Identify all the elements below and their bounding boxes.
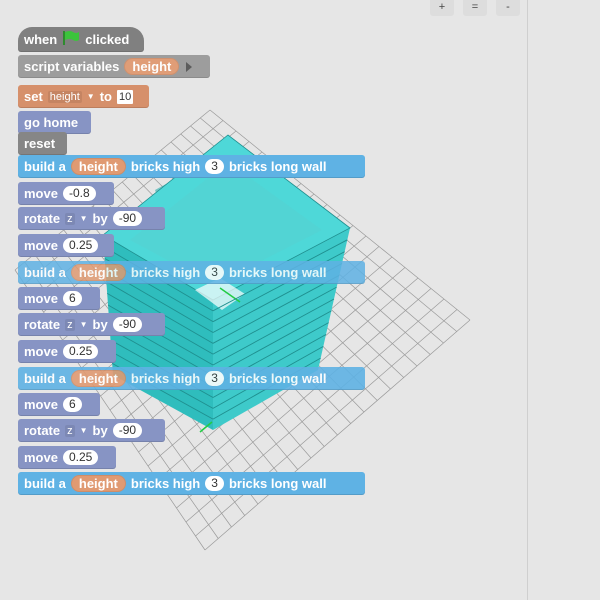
rotate-angle-input[interactable]: -90 (112, 211, 143, 226)
block-label: bricks long wall (228, 159, 327, 174)
chevron-down-icon[interactable]: ▼ (80, 320, 88, 329)
block-label: bricks high (130, 371, 201, 386)
block-label: rotate (24, 211, 61, 226)
block-label: move (24, 397, 58, 412)
block-label: to (99, 89, 112, 104)
move-block-2[interactable]: move 0.25 (18, 234, 114, 257)
set-value-input[interactable]: 10 (116, 89, 134, 104)
block-label: build a (24, 265, 66, 280)
block-label: bricks high (130, 265, 201, 280)
block-label: move (24, 186, 58, 201)
build-wall-block-1[interactable]: build a height bricks high 3 bricks long… (18, 155, 365, 178)
move-distance-input[interactable]: 6 (62, 397, 82, 412)
panel-divider (527, 0, 528, 600)
variable-dropdown[interactable]: height (47, 90, 82, 103)
block-label: clicked (85, 32, 130, 47)
move-distance-input[interactable]: 6 (62, 291, 82, 306)
zoom-reset-button[interactable]: = (463, 0, 487, 16)
block-label: go home (24, 115, 79, 130)
block-label: move (24, 238, 58, 253)
move-distance-input[interactable]: 0.25 (62, 344, 99, 359)
chevron-down-icon[interactable]: ▼ (87, 92, 95, 101)
variable-height[interactable]: height (70, 475, 126, 492)
zoom-out-button[interactable]: - (496, 0, 520, 16)
green-flag-icon (62, 30, 80, 49)
block-label: bricks long wall (228, 371, 327, 386)
bricks-count-input[interactable]: 3 (205, 265, 224, 280)
rotate-block-1[interactable]: rotate z ▼ by -90 (18, 207, 165, 230)
variable-height[interactable]: height (70, 158, 126, 175)
move-distance-input[interactable]: 0.25 (62, 450, 99, 465)
axis-dropdown[interactable]: z (65, 318, 75, 331)
variable-height[interactable]: height (70, 264, 126, 281)
bricks-count-input[interactable]: 3 (205, 476, 224, 491)
block-label: script variables (24, 59, 120, 74)
set-variable-block[interactable]: set height ▼ to 10 (18, 85, 149, 108)
chevron-down-icon[interactable]: ▼ (80, 426, 88, 435)
variable-height[interactable]: height (70, 370, 126, 387)
rotate-angle-input[interactable]: -90 (112, 423, 143, 438)
block-label: rotate (24, 423, 61, 438)
axis-dropdown[interactable]: z (65, 212, 75, 225)
move-block-6[interactable]: move 0.25 (18, 446, 116, 469)
move-block-4[interactable]: move 0.25 (18, 340, 116, 363)
expand-arrow-icon[interactable] (186, 61, 193, 72)
reset-block[interactable]: reset (18, 132, 67, 155)
rotate-block-2[interactable]: rotate z ▼ by -90 (18, 313, 165, 336)
block-label: bricks long wall (228, 476, 327, 491)
block-label: when (24, 32, 58, 47)
block-label: build a (24, 371, 66, 386)
block-label: rotate (24, 317, 61, 332)
move-block-5[interactable]: move 6 (18, 393, 100, 416)
zoom-in-button[interactable]: + (430, 0, 454, 16)
rotate-angle-input[interactable]: -90 (112, 317, 143, 332)
block-label: build a (24, 159, 66, 174)
block-label: bricks high (130, 159, 201, 174)
block-label: move (24, 450, 58, 465)
chevron-down-icon[interactable]: ▼ (80, 214, 88, 223)
block-label: reset (24, 136, 56, 151)
move-distance-input[interactable]: -0.8 (62, 186, 96, 201)
variable-height[interactable]: height (124, 58, 180, 75)
block-label: by (92, 317, 108, 332)
bricks-count-input[interactable]: 3 (205, 159, 224, 174)
build-wall-block-4[interactable]: build a height bricks high 3 bricks long… (18, 472, 365, 495)
block-label: bricks long wall (228, 265, 327, 280)
block-label: by (92, 423, 108, 438)
move-distance-input[interactable]: 0.25 (62, 238, 99, 253)
move-block-1[interactable]: move -0.8 (18, 182, 114, 205)
block-label: move (24, 291, 58, 306)
build-wall-block-3[interactable]: build a height bricks high 3 bricks long… (18, 367, 365, 390)
rotate-block-3[interactable]: rotate z ▼ by -90 (18, 419, 165, 442)
go-home-block[interactable]: go home (18, 111, 91, 134)
block-label: build a (24, 476, 66, 491)
script-variables-block[interactable]: script variables height (18, 55, 210, 78)
bricks-count-input[interactable]: 3 (205, 371, 224, 386)
block-label: set (24, 89, 43, 104)
block-label: move (24, 344, 58, 359)
when-flag-clicked-block[interactable]: when clicked (18, 27, 144, 52)
block-label: by (92, 211, 108, 226)
block-label: bricks high (130, 476, 201, 491)
move-block-3[interactable]: move 6 (18, 287, 100, 310)
build-wall-block-2[interactable]: build a height bricks high 3 bricks long… (18, 261, 365, 284)
axis-dropdown[interactable]: z (65, 424, 75, 437)
